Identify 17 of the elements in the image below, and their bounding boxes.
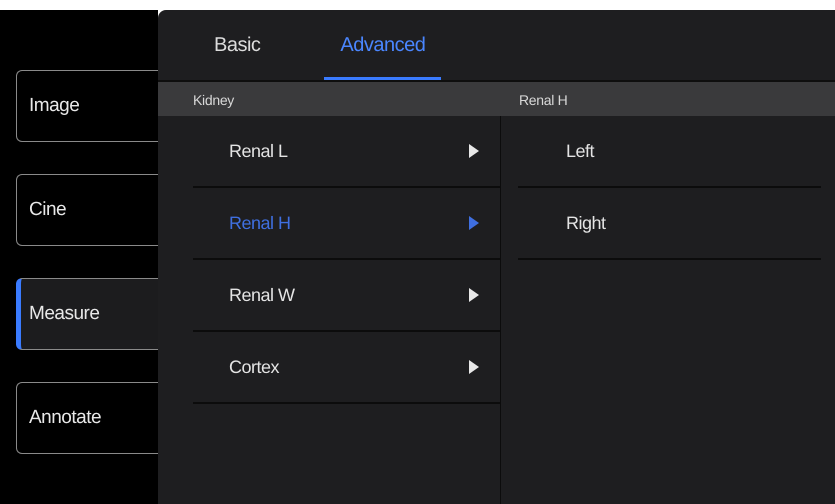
arrow-icon <box>468 287 480 303</box>
sidebar-button[interactable]: Image <box>16 70 158 142</box>
list-item[interactable]: Cortex <box>193 332 500 404</box>
tab[interactable]: Basic <box>198 10 276 80</box>
list-item[interactable]: Right <box>518 188 821 260</box>
arrow-icon <box>468 143 480 159</box>
sidebar-button[interactable]: Measure <box>16 278 158 350</box>
list-item[interactable]: Renal L <box>193 116 500 188</box>
list-item[interactable]: Renal H <box>193 188 500 260</box>
list-item[interactable]: Left <box>518 116 821 188</box>
list-item[interactable]: Renal W <box>193 260 500 332</box>
sidebar-button[interactable]: Cine <box>16 174 158 246</box>
sidebar-button[interactable]: Annotate <box>16 382 158 454</box>
column-header: Kidney <box>193 92 234 108</box>
column-header: Renal H <box>519 92 568 108</box>
arrow-icon <box>468 215 480 231</box>
arrow-icon <box>468 359 480 375</box>
